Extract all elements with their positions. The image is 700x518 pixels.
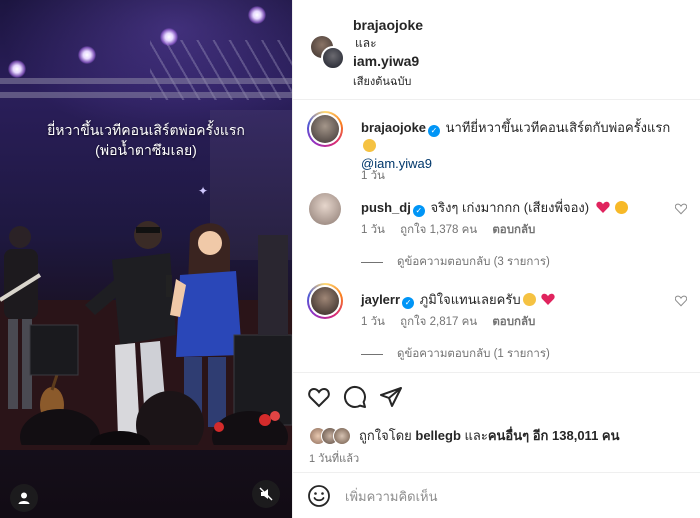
comment-text: ภูมิใจแทนเลยครับ — [419, 292, 521, 307]
comment-text-block: jaylerr ✓ ภูมิใจแทนเลยครับ — [361, 291, 681, 309]
post-header: brajaojoke และ iam.yiwa9 เสียงต้นฉบับ — [293, 0, 700, 100]
liker-avatar[interactable] — [333, 426, 351, 445]
liked-by-others[interactable]: คนอื่นๆ — [488, 428, 529, 443]
comment-like-heart-icon[interactable] — [675, 295, 687, 307]
caption-text: นาทียี่หวาขึ้นเวทีคอนเสิร์ตกับพ่อครั้งแร… — [445, 120, 671, 135]
owner-avatar[interactable] — [311, 115, 339, 143]
lighting-rig — [0, 78, 292, 84]
replies-divider — [361, 261, 383, 263]
comment-likes[interactable]: ถูกใจ 1,378 คน — [400, 224, 477, 236]
comment-meta: 1 วัน ถูกใจ 1,378 คน ตอบกลับ — [361, 221, 547, 239]
post-dialog: ยี่หวาขึ้นเวทีคอนเสิร์ตพ่อครั้งแรก (พ่อน… — [0, 0, 700, 518]
replies-divider — [361, 353, 383, 355]
share-icon[interactable] — [379, 385, 403, 409]
commenter-avatar[interactable] — [309, 193, 341, 225]
commenter-avatar[interactable] — [311, 287, 339, 315]
story-ring[interactable] — [307, 111, 343, 147]
stage-truss — [150, 40, 292, 100]
audio-label[interactable]: เสียงต้นฉบับ — [353, 73, 423, 91]
caption-time-text: 1 วัน — [361, 170, 385, 182]
collab-avatar[interactable] — [321, 46, 345, 70]
comment-time: 1 วัน — [361, 316, 385, 328]
liked-by-prefix: ถูกใจโดย — [359, 428, 412, 443]
view-replies-text[interactable]: ดูข้อความตอบกลับ (1 รายการ) — [397, 345, 550, 363]
reply-button[interactable]: ตอบกลับ — [492, 316, 535, 328]
posted-time[interactable]: 1 วันที่แล้ว — [309, 449, 359, 467]
video-caption: ยี่หวาขึ้นเวทีคอนเสิร์ตพ่อครั้งแรก (พ่อน… — [0, 120, 292, 160]
comment-input[interactable] — [345, 485, 675, 507]
collab-avatars[interactable] — [311, 36, 345, 70]
star-struck-emoji-icon — [615, 201, 629, 214]
relieved-face-icon — [522, 293, 536, 306]
stage-light — [160, 28, 178, 46]
mute-icon — [259, 487, 273, 501]
emoji-icon[interactable] — [307, 484, 331, 508]
sparkle-icon: ✦ — [198, 184, 209, 198]
commenter-username[interactable]: jaylerr — [361, 292, 400, 307]
post-video[interactable]: ยี่หวาขึ้นเวทีคอนเสิร์ตพ่อครั้งแรก (พ่อน… — [0, 0, 292, 518]
collab-username[interactable]: iam.yiwa9 — [353, 52, 423, 70]
comment-composer — [293, 472, 700, 518]
comment-like-heart-icon[interactable] — [675, 203, 687, 215]
view-replies-text[interactable]: ดูข้อความตอบกลับ (3 รายการ) — [397, 253, 550, 271]
comment-likes[interactable]: ถูกใจ 2,817 คน — [400, 316, 477, 328]
verified-icon: ✓ — [428, 125, 441, 137]
comments-list: brajaojoke ✓ นาทียี่หวาขึ้นเวทีคอนเสิร์ตก… — [293, 101, 700, 371]
user-tag-button[interactable] — [10, 484, 38, 512]
relieved-face-icon — [363, 139, 376, 152]
caption-time: 1 วัน — [361, 167, 397, 185]
video-caption-line1: ยี่หวาขึ้นเวทีคอนเสิร์ตพ่อครั้งแรก — [47, 122, 245, 138]
user-tag-icon — [18, 492, 30, 504]
liked-by-count[interactable]: อีก 138,011 คน — [533, 428, 620, 443]
red-heart-emoji-icon — [596, 201, 610, 213]
header-names: brajaojoke และ iam.yiwa9 เสียงต้นฉบับ — [353, 16, 423, 91]
reply-button[interactable]: ตอบกลับ — [492, 224, 535, 236]
view-replies-button[interactable]: ดูข้อความตอบกลับ (3 รายการ) — [361, 253, 550, 271]
comment-icon[interactable] — [343, 385, 367, 409]
lighting-rig — [0, 92, 292, 98]
red-heart-emoji-icon — [541, 293, 555, 305]
liked-by-row: ถูกใจโดย bellegb และคนอื่นๆ อีก 138,011 … — [309, 425, 620, 446]
post-side-panel: brajaojoke และ iam.yiwa9 เสียงต้นฉบับ br… — [292, 0, 700, 518]
owner-username[interactable]: brajaojoke — [353, 16, 423, 34]
video-caption-line2: (พ่อน้ำตาซึมเลย) — [95, 142, 197, 158]
stage-light — [248, 6, 266, 24]
heart-icon[interactable] — [307, 385, 331, 409]
stage-light — [78, 46, 96, 64]
commenter-username[interactable]: push_dj — [361, 200, 411, 215]
post-actions: ถูกใจโดย bellegb และคนอื่นๆ อีก 138,011 … — [293, 372, 700, 472]
liked-by-user[interactable]: bellegb — [415, 428, 461, 443]
liked-by-mid: และ — [464, 428, 488, 443]
comment-text: จริงๆ เก่งมากกก (เสียงพี่จอง) — [430, 200, 590, 215]
caption-username[interactable]: brajaojoke — [361, 120, 426, 135]
performers-illustration — [0, 221, 292, 445]
view-replies-button[interactable]: ดูข้อความตอบกลับ (1 รายการ) — [361, 345, 550, 363]
comment-meta: 1 วัน ถูกใจ 2,817 คน ตอบกลับ — [361, 313, 547, 331]
mute-button[interactable] — [252, 480, 280, 508]
verified-icon: ✓ — [402, 297, 415, 309]
comment-text-block: push_dj ✓ จริงๆ เก่งมากกก (เสียงพี่จอง) — [361, 199, 681, 217]
caption-text-block: brajaojoke ✓ นาทียี่หวาขึ้นเวทีคอนเสิร์ตก… — [361, 119, 681, 173]
liked-by-text: ถูกใจโดย bellegb และคนอื่นๆ อีก 138,011 … — [359, 425, 620, 446]
story-ring[interactable] — [307, 283, 343, 319]
collab-conjunction: และ — [355, 36, 377, 50]
verified-icon: ✓ — [412, 205, 425, 217]
stage-light — [8, 60, 26, 78]
comment-time: 1 วัน — [361, 224, 385, 236]
